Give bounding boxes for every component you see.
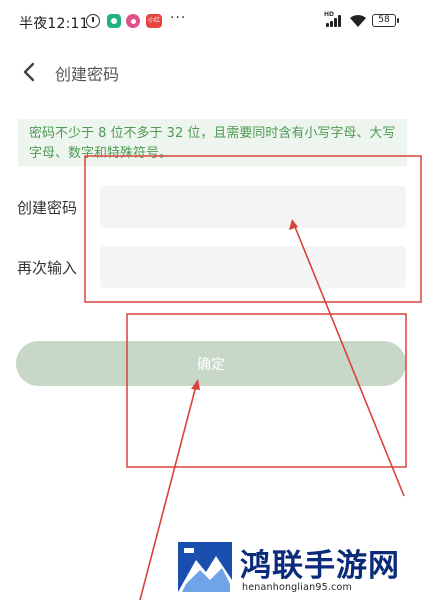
page-title: 创建密码	[55, 65, 120, 84]
watermark-url: henanhonglian95.com	[242, 582, 352, 593]
confirm-password-input[interactable]	[100, 246, 406, 288]
confirm-button[interactable]: 确定	[16, 341, 406, 386]
notification-app-icon	[126, 14, 140, 28]
watermark-logo-icon	[178, 542, 232, 592]
notification-badge-icon: 小红书	[146, 14, 162, 38]
status-time: 半夜12:11	[19, 16, 89, 32]
confirm-password-label: 再次输入	[17, 259, 78, 277]
battery-icon: 58	[372, 14, 399, 27]
more-notifications-icon: ···	[170, 10, 187, 26]
watermark-name: 鸿联手游网	[240, 548, 400, 584]
create-password-input[interactable]	[100, 186, 406, 228]
create-password-label: 创建密码	[17, 199, 78, 217]
annotation-box-button	[126, 313, 407, 468]
alarm-icon	[86, 14, 100, 28]
chevron-left-icon	[23, 62, 35, 82]
watermark: 鸿联手游网 henanhonglian95.com	[176, 540, 416, 600]
nav-bar: 创建密码	[0, 50, 423, 94]
wifi-icon	[350, 14, 366, 27]
password-requirements-notice: 密码不少于 8 位不多于 32 位，且需要同时含有小写字母、大写字母、数字和特殊…	[18, 119, 407, 166]
status-bar: 半夜12:11 小红书 ··· HD 58	[0, 0, 423, 44]
notification-app-icon	[107, 14, 121, 28]
back-button[interactable]	[16, 58, 44, 86]
signal-icon	[326, 15, 344, 27]
